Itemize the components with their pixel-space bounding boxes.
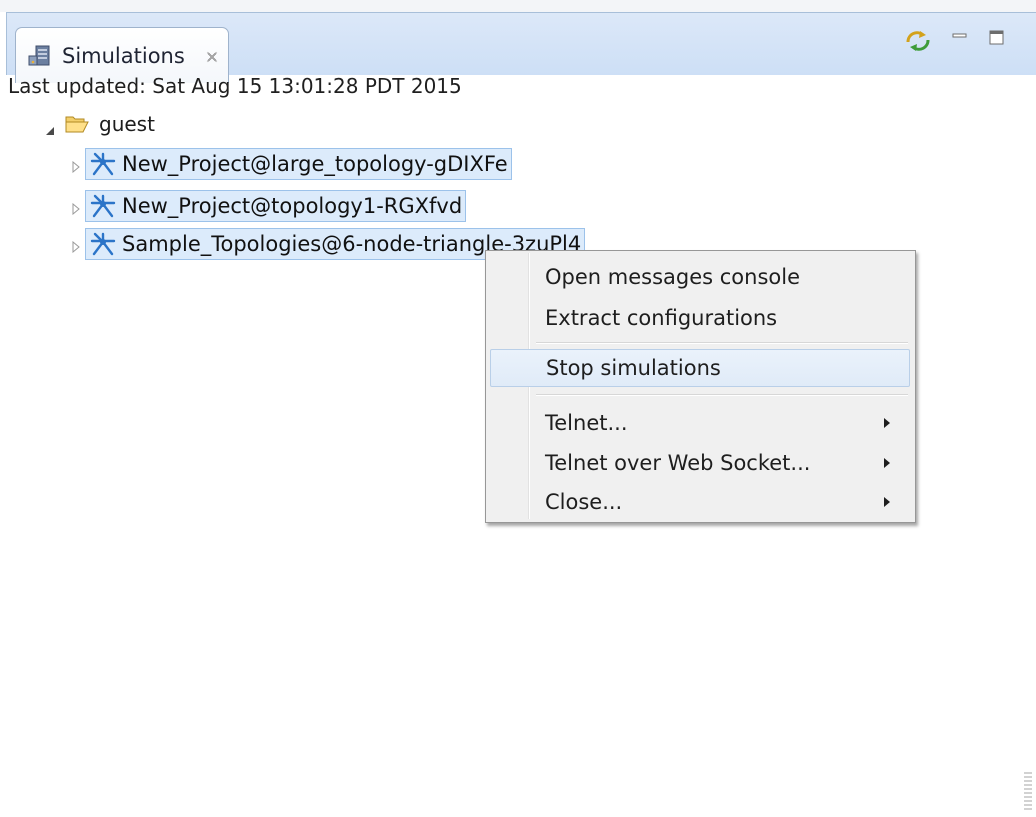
tree-item[interactable]: New_Project@large_topology-gDIXFe: [71, 148, 512, 180]
tree-root-guest[interactable]: guest: [44, 112, 155, 136]
submenu-arrow-icon: [884, 458, 890, 468]
minimize-icon[interactable]: [951, 27, 969, 45]
submenu-arrow-icon: [884, 418, 890, 428]
menu-item-label: Open messages console: [545, 265, 801, 289]
tree-item-selection[interactable]: New_Project@large_topology-gDIXFe: [85, 148, 512, 180]
last-updated-text: Last updated: Sat Aug 15 13:01:28 PDT 20…: [8, 74, 462, 98]
menu-item-label: Close...: [545, 490, 623, 514]
submenu-arrow-icon: [884, 497, 890, 507]
sync-icon[interactable]: [903, 27, 933, 55]
topology-icon: [89, 151, 117, 177]
expand-arrow-icon[interactable]: [71, 238, 81, 254]
simulations-view: Simulations Last updated: Sat Aug 15 13:…: [0, 0, 1036, 817]
expand-arrow-icon[interactable]: [71, 200, 81, 216]
tree-item-label: New_Project@topology1-RGXfvd: [122, 194, 463, 218]
menu-item-open-messages-console[interactable]: Open messages console: [490, 258, 910, 296]
scan-watermark: [1024, 772, 1032, 812]
topology-icon: [89, 193, 117, 219]
menu-item-label: Telnet over Web Socket...: [545, 451, 811, 475]
tab-label: Simulations: [62, 43, 185, 68]
menu-item-close[interactable]: Close...: [490, 483, 910, 521]
menu-item-label: Extract configurations: [545, 306, 778, 330]
tree-item-selection[interactable]: New_Project@topology1-RGXfvd: [85, 190, 467, 222]
folder-open-icon: [64, 113, 90, 135]
menu-item-telnet-over-web-socket[interactable]: Telnet over Web Socket...: [490, 444, 910, 482]
menu-item-telnet[interactable]: Telnet...: [490, 404, 910, 442]
tree-item[interactable]: New_Project@topology1-RGXfvd: [71, 190, 467, 222]
menu-separator: [536, 342, 908, 344]
window-top-strip: [0, 0, 1036, 12]
context-menu: Open messages console Extract configurat…: [485, 250, 916, 523]
view-tab-bar: Simulations: [6, 12, 1036, 83]
menu-item-label: Stop simulations: [546, 356, 721, 380]
close-icon[interactable]: [205, 49, 219, 63]
menu-separator: [536, 394, 908, 396]
collapse-arrow-icon[interactable]: [44, 118, 56, 135]
menu-item-stop-simulations[interactable]: Stop simulations: [490, 349, 910, 387]
server-icon: [27, 43, 52, 68]
topology-icon: [89, 231, 117, 257]
expand-arrow-icon[interactable]: [71, 158, 81, 174]
tree-root-label: guest: [99, 112, 155, 136]
menu-item-extract-configurations[interactable]: Extract configurations: [490, 299, 910, 337]
maximize-icon[interactable]: [988, 29, 1006, 47]
tree-item-label: New_Project@large_topology-gDIXFe: [122, 152, 508, 176]
menu-item-label: Telnet...: [545, 411, 628, 435]
